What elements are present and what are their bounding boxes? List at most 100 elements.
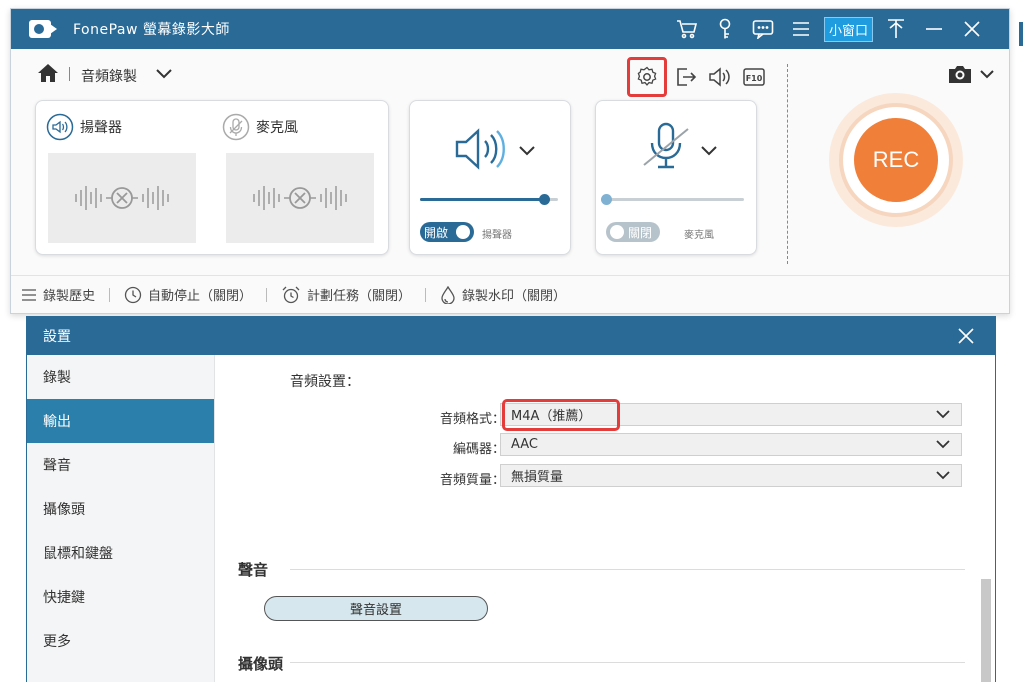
mic-source-header[interactable]: 麥克風	[222, 113, 298, 141]
toggle-knob	[456, 225, 470, 239]
volume-icon[interactable]	[705, 62, 735, 92]
separator	[425, 287, 427, 302]
background-window-edge	[1019, 22, 1023, 46]
screenshot-camera-icon[interactable]	[947, 63, 995, 85]
sound-settings-button[interactable]: 聲音設置	[264, 596, 488, 621]
bottom-bar-label: 錄製水印（關閉）	[462, 289, 567, 304]
f10-icon[interactable]: F10	[739, 62, 769, 92]
scrollbar[interactable]	[981, 579, 991, 682]
mode-label[interactable]: 音頻錄製	[81, 66, 137, 86]
slider-knob[interactable]	[601, 194, 612, 205]
recorder-window: FonePaw 螢幕錄影大師 小窗口 音頻錄製 F10 揚聲器 麥克風 開啟 揚…	[10, 8, 1010, 314]
divider	[787, 64, 788, 264]
speaker-toggle[interactable]: 開啟	[420, 222, 474, 242]
watermark-icon	[441, 285, 455, 304]
alarm-icon	[282, 286, 300, 303]
mic-circle-icon	[222, 113, 250, 141]
clock-icon	[124, 286, 142, 303]
title-bar: FonePaw 螢幕錄影大師 小窗口	[11, 9, 1009, 49]
rec-halo: REC	[829, 93, 963, 227]
speaker-circle-icon	[46, 113, 74, 141]
mic-volume-slider[interactable]	[601, 194, 744, 205]
group-divider	[290, 662, 965, 663]
chevron-down-icon[interactable]	[518, 141, 536, 160]
chevron-down-icon	[936, 471, 950, 480]
rec-button[interactable]: REC	[854, 118, 938, 202]
record-history-button[interactable]: 錄製歷史	[21, 285, 95, 304]
toggle-knob	[610, 225, 624, 239]
rec-ring: REC	[839, 103, 953, 217]
settings-sidebar: 錄製 輸出 聲音 攝像頭 鼠標和鍵盤 快捷鍵 更多	[27, 355, 215, 682]
sidebar-item-more[interactable]: 更多	[27, 619, 214, 663]
bottom-bar-label: 錄製歷史	[43, 289, 96, 304]
waveform-disabled-icon	[253, 186, 347, 210]
bottom-bar-label: 自動停止（關閉）	[148, 289, 253, 304]
auto-stop-button[interactable]: 自動停止（關閉）	[124, 285, 252, 304]
encoder-select[interactable]: AAC	[500, 433, 962, 456]
sidebar-item-hotkeys[interactable]: 快捷鍵	[27, 575, 214, 619]
speaker-waveform-box	[48, 153, 196, 243]
list-icon	[22, 288, 36, 301]
toggle-text: 關閉	[628, 225, 653, 240]
separator	[109, 287, 111, 302]
menu-icon[interactable]	[782, 9, 820, 49]
mic-toggle[interactable]: 關閉	[606, 222, 660, 242]
select-value: 無損質量	[511, 470, 564, 485]
audio-quality-select[interactable]: 無損質量	[500, 464, 962, 487]
mode-separator	[69, 67, 70, 81]
chevron-down-icon[interactable]	[155, 65, 173, 84]
bottom-bar-label: 計劃任務（關閉）	[307, 289, 412, 304]
settings-title: 設置	[43, 329, 71, 345]
speaker-large-icon[interactable]	[454, 125, 510, 177]
group-divider	[290, 569, 965, 570]
camera-group-title: 攝像頭	[238, 655, 284, 673]
mic-waveform-box	[226, 153, 374, 243]
sidebar-item-sound[interactable]: 聲音	[27, 443, 214, 487]
mic-volume-card: 關閉 麥克風	[595, 100, 757, 255]
audio-source-card: 揚聲器 麥克風	[35, 100, 389, 255]
close-icon[interactable]	[953, 9, 991, 49]
audio-quality-label: 音頻質量：	[439, 473, 505, 488]
sidebar-item-camera[interactable]: 攝像頭	[27, 487, 214, 531]
chevron-down-icon	[936, 440, 950, 449]
speaker-toggle-label: 揚聲器	[482, 230, 512, 241]
sound-group-title: 聲音	[238, 561, 269, 579]
audio-settings-heading: 音頻設置：	[290, 374, 360, 390]
sidebar-item-mouse-keyboard[interactable]: 鼠標和鍵盤	[27, 531, 214, 575]
slider-knob[interactable]	[539, 194, 551, 205]
separator	[266, 287, 268, 302]
app-logo-icon	[29, 20, 57, 38]
svg-text:F10: F10	[746, 74, 763, 83]
settings-gear-icon[interactable]	[627, 57, 667, 97]
settings-dialog: 設置 錄製 輸出 聲音 攝像頭 鼠標和鍵盤 快捷鍵 更多 音頻設置： 音頻格式：…	[26, 316, 996, 682]
schedule-task-button[interactable]: 計劃任務（關閉）	[281, 285, 411, 304]
home-icon[interactable]	[37, 63, 59, 87]
chevron-down-icon[interactable]	[700, 141, 718, 160]
bottom-bar: 錄製歷史 自動停止（關閉） 計劃任務（關閉） 錄製水印（關閉）	[11, 275, 1009, 313]
speaker-volume-slider[interactable]	[420, 194, 558, 205]
pin-icon[interactable]	[877, 9, 915, 49]
minimize-icon[interactable]	[915, 9, 953, 49]
waveform-disabled-icon	[75, 186, 169, 210]
app-title: FonePaw 螢幕錄影大師	[73, 22, 230, 38]
select-value: AAC	[511, 437, 538, 452]
mic-toggle-label: 麥克風	[684, 230, 714, 241]
speaker-volume-card: 開啟 揚聲器	[409, 100, 571, 255]
mini-window-button[interactable]: 小窗口	[823, 16, 873, 42]
mic-source-label: 麥克風	[256, 120, 298, 136]
feedback-icon[interactable]	[744, 9, 782, 49]
export-icon[interactable]	[671, 62, 701, 92]
highlight-box	[502, 399, 620, 431]
sidebar-item-output[interactable]: 輸出	[27, 399, 214, 443]
key-icon[interactable]	[706, 9, 744, 49]
settings-title-bar: 設置	[27, 317, 995, 355]
speaker-source-label: 揚聲器	[80, 120, 122, 136]
mic-muted-large-icon[interactable]	[638, 121, 694, 179]
sidebar-item-record[interactable]: 錄製	[27, 355, 214, 399]
close-icon[interactable]	[957, 327, 975, 349]
watermark-button[interactable]: 錄製水印（關閉）	[440, 285, 566, 304]
cart-icon[interactable]	[668, 9, 706, 49]
encoder-label: 編碼器：	[452, 442, 505, 457]
chevron-down-icon	[936, 410, 950, 419]
speaker-source-header[interactable]: 揚聲器	[46, 113, 122, 141]
